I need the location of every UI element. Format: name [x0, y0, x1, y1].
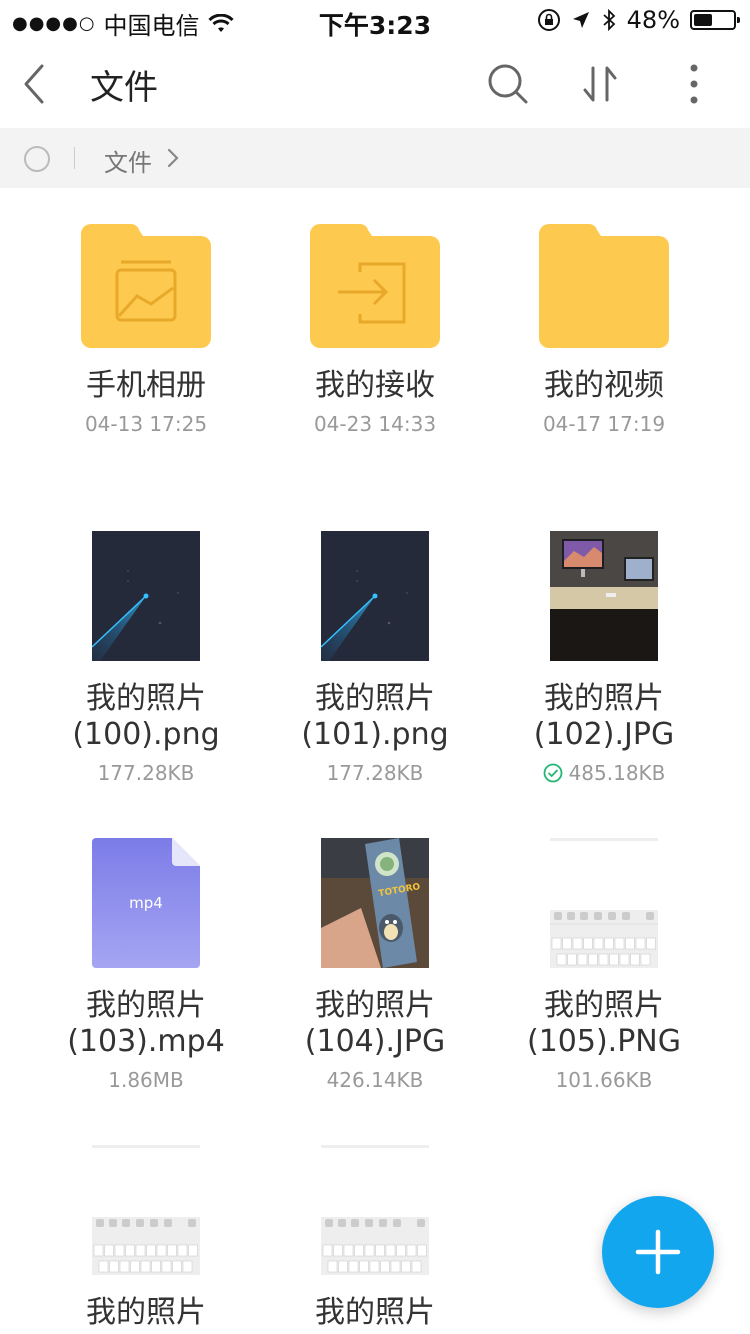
file-name-line1: 我的照片 — [86, 1295, 206, 1330]
folder-name: 手机相册 — [86, 368, 206, 403]
file-name-line1: 我的照片 — [315, 1295, 435, 1330]
file-item[interactable]: 我的照片 — [250, 1145, 500, 1334]
folder-date: 04-13 17:25 — [84, 412, 208, 436]
breadcrumb: 文件 — [0, 128, 750, 188]
rotation-lock-icon — [537, 9, 560, 31]
file-name-line2: (102).JPG — [533, 717, 675, 752]
folder-name: 我的视频 — [544, 368, 664, 403]
file-size: 177.28KB — [97, 761, 195, 785]
location-arrow-icon — [572, 12, 589, 28]
file-size-row: 485.18KB — [479, 761, 729, 785]
image-thumbnail — [550, 838, 658, 968]
file-name-line1: 我的照片 — [315, 681, 435, 716]
file-item[interactable]: 我的照片 (100).png 177.28KB — [21, 531, 271, 811]
image-thumbnail: TOTORO — [321, 838, 429, 968]
back-chevron-icon[interactable] — [16, 60, 56, 108]
file-name-line2: (100).png — [72, 717, 220, 752]
folder-date: 04-23 14:33 — [313, 412, 437, 436]
folder-icon — [81, 224, 211, 348]
bluetooth-icon — [603, 8, 615, 32]
file-size: 177.28KB — [326, 761, 424, 785]
folder-item[interactable]: 手机相册 04-13 17:25 — [21, 188, 271, 488]
image-thumbnail — [92, 531, 200, 661]
breadcrumb-item-files[interactable]: 文件 — [104, 143, 152, 178]
folder-name: 我的接收 — [315, 368, 435, 403]
image-thumbnail — [92, 1145, 200, 1275]
file-name-line1: 我的照片 — [86, 988, 206, 1023]
file-item[interactable]: mp4 我的照片 (103).mp4 1.86MB — [21, 838, 271, 1118]
more-options-icon[interactable] — [670, 60, 718, 108]
sort-icon[interactable] — [576, 60, 624, 108]
image-thumbnail — [550, 531, 658, 661]
file-item[interactable]: 我的照片 (102).JPG 485.18KB — [479, 531, 729, 811]
battery-percent: 48% — [626, 6, 680, 34]
nav-bar: 文件 — [0, 40, 750, 128]
folder-item[interactable]: 我的视频 04-17 17:19 — [479, 188, 729, 488]
breadcrumb-divider — [74, 147, 75, 169]
folder-icon — [310, 224, 440, 348]
file-size: 485.18KB — [568, 761, 666, 785]
select-all-circle[interactable] — [24, 146, 50, 172]
chevron-right-icon — [167, 148, 179, 168]
file-name-line2: (101).png — [301, 717, 449, 752]
status-bar: ●●●●○ 中国电信 下午3:23 48% — [0, 0, 750, 40]
file-item[interactable]: 我的照片 (101).png 177.28KB — [250, 531, 500, 811]
folder-item[interactable]: 我的接收 04-23 14:33 — [250, 188, 500, 488]
page-title: 文件 — [90, 68, 158, 108]
file-item[interactable]: TOTORO 我的照片 (104).JPG 426.14KB — [250, 838, 500, 1118]
file-name-line1: 我的照片 — [86, 681, 206, 716]
check-circle-icon — [543, 763, 562, 783]
file-type-label: mp4 — [129, 894, 163, 912]
file-name-line2: (104).JPG — [304, 1024, 446, 1059]
file-size: 426.14KB — [326, 1068, 424, 1092]
add-button[interactable] — [602, 1196, 714, 1308]
file-name-line2: (103).mp4 — [67, 1024, 225, 1059]
file-name-line1: 我的照片 — [544, 681, 664, 716]
file-size: 1.86MB — [108, 1068, 184, 1092]
image-thumbnail — [321, 531, 429, 661]
search-icon[interactable] — [484, 60, 532, 108]
plus-icon — [635, 1229, 681, 1275]
folder-icon — [539, 224, 669, 348]
file-item[interactable]: 我的照片 (105).PNG 101.66KB — [479, 838, 729, 1118]
image-thumbnail — [321, 1145, 429, 1275]
file-item[interactable]: 我的照片 — [21, 1145, 271, 1334]
file-size: 101.66KB — [555, 1068, 653, 1092]
file-name-line2: (105).PNG — [527, 1024, 681, 1059]
file-name-line1: 我的照片 — [544, 988, 664, 1023]
folder-date: 04-17 17:19 — [542, 412, 666, 436]
video-file-icon: mp4 — [92, 838, 200, 968]
file-name-line1: 我的照片 — [315, 988, 435, 1023]
battery-icon — [690, 10, 740, 30]
